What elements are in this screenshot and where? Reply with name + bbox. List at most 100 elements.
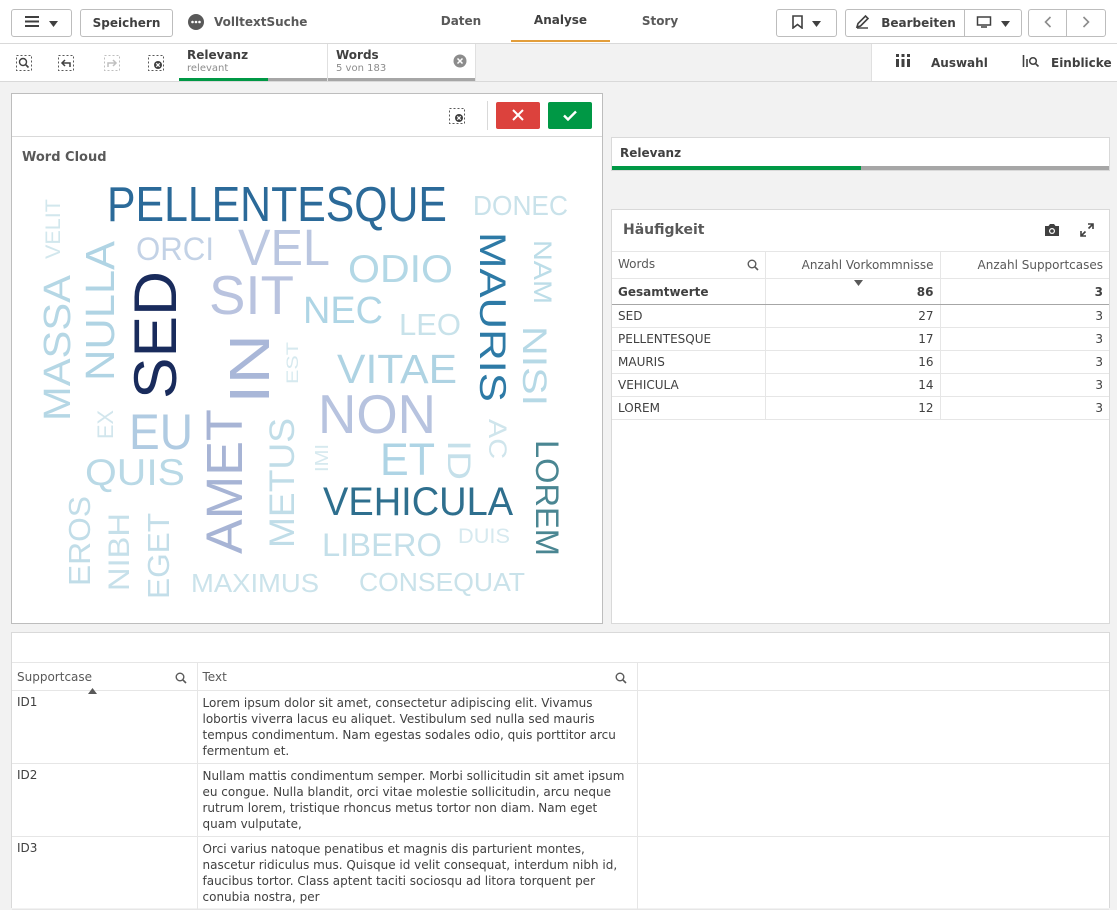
cloud-word[interactable]: DUIS <box>458 526 510 547</box>
column-header-words[interactable]: Words <box>612 251 765 279</box>
cloud-word[interactable]: EROS <box>62 496 97 586</box>
cloud-word[interactable]: EU <box>129 407 193 457</box>
cloud-word[interactable]: IMI <box>312 444 332 472</box>
column-header-label: Words <box>618 256 656 271</box>
table-row: VEHICULA 14 3 <box>612 373 1109 397</box>
totals-label: Gesamtwerte <box>612 278 765 305</box>
word-cell[interactable]: PELLENTESQUE <box>612 327 765 351</box>
cloud-word[interactable]: METUS <box>263 418 302 548</box>
cloud-word[interactable]: EST <box>283 342 302 384</box>
camera-icon[interactable] <box>1044 222 1060 241</box>
divider <box>871 44 872 81</box>
cloud-word[interactable]: QUIS <box>85 454 185 491</box>
sheet-menu-button[interactable] <box>964 9 1022 37</box>
count-cell: 17 <box>764 327 940 351</box>
haeufigkeit-panel: Häufigkeit Words Anzahl Vorkommnisse Anz… <box>611 209 1110 624</box>
cloud-word[interactable]: ODIO <box>348 250 453 289</box>
cloud-word[interactable]: NISI <box>515 326 553 406</box>
save-button[interactable]: Speichern <box>80 9 173 37</box>
cloud-word[interactable]: AC <box>483 419 511 459</box>
count-cell: 3 <box>939 373 1109 397</box>
search-icon[interactable] <box>747 259 759 274</box>
word-cell[interactable]: LOREM <box>612 396 765 420</box>
supportcase-text-cell[interactable]: Lorem ipsum dolor sit amet, consectetur … <box>196 690 637 764</box>
supportcases-table: Supportcase Text ID1 Lorem ipsum dolor si… <box>12 662 1109 910</box>
cloud-word[interactable]: SIT <box>209 268 294 323</box>
chevron-down-icon <box>812 16 821 30</box>
cloud-word[interactable]: NIBH <box>103 513 136 591</box>
tab-story[interactable]: Story <box>612 0 708 42</box>
menu-button[interactable] <box>11 9 72 37</box>
auswahl-button[interactable]: Auswahl <box>895 44 988 81</box>
cloud-word[interactable]: ORCI <box>136 233 214 265</box>
edit-label: Bearbeiten <box>881 16 956 30</box>
table-row: ID3 Orci varius natoque penatibus et magn… <box>12 836 1109 910</box>
cloud-word[interactable]: LIBERO <box>322 529 442 561</box>
cloud-word[interactable]: CONSEQUAT <box>359 569 525 595</box>
selections-grid-icon <box>895 53 911 72</box>
word-cell[interactable]: VEHICULA <box>612 373 765 397</box>
column-header-anzahl-vorkommnisse[interactable]: Anzahl Vorkommnisse <box>764 251 940 286</box>
cloud-word[interactable]: MASSA <box>37 275 79 421</box>
word-cell[interactable]: MAURIS <box>612 350 765 374</box>
cloud-word[interactable]: DONEC <box>473 192 568 220</box>
count-cell: 3 <box>939 396 1109 420</box>
column-header-supportcase[interactable]: Supportcase <box>12 662 197 694</box>
bookmark-icon <box>792 14 803 32</box>
selection-chip-words[interactable]: Words 5 von 183 <box>328 44 476 81</box>
supportcase-id-cell[interactable]: ID1 <box>12 690 197 764</box>
cloud-word[interactable]: EX <box>93 410 118 439</box>
clear-all-selections-icon[interactable] <box>148 55 164 71</box>
search-icon[interactable] <box>615 672 627 687</box>
cloud-word[interactable]: AMET <box>196 409 253 554</box>
tab-analyse[interactable]: Analyse <box>511 0 610 42</box>
step-back-icon[interactable] <box>58 55 74 71</box>
cloud-word[interactable]: MAXIMUS <box>191 570 319 596</box>
cloud-word[interactable]: MAURIS <box>472 232 513 402</box>
cloud-word[interactable]: VELIT <box>42 199 65 259</box>
selection-chip-relevanz[interactable]: Relevanz relevant <box>179 44 328 81</box>
empty-cell <box>636 763 1109 837</box>
cloud-word[interactable]: ID <box>441 440 477 480</box>
clear-selection-icon[interactable] <box>453 53 467 72</box>
app-dots-icon[interactable] <box>188 14 204 34</box>
cloud-word[interactable]: ET <box>380 437 435 482</box>
column-header-label: Text <box>202 669 227 684</box>
relevanz-filter[interactable]: Relevanz <box>611 137 1110 171</box>
supportcase-id-cell[interactable]: ID3 <box>12 836 197 910</box>
supportcase-id-cell[interactable]: ID2 <box>12 763 197 837</box>
supportcase-text-cell[interactable]: Orci varius natoque penatibus et magnis … <box>196 836 637 910</box>
cloud-word[interactable]: VEHICULA <box>323 482 513 522</box>
auswahl-label: Auswahl <box>931 55 988 70</box>
cloud-word[interactable]: NAM <box>528 240 556 304</box>
cloud-word[interactable]: LOREM <box>529 440 565 556</box>
bookmark-button[interactable] <box>776 9 837 37</box>
next-sheet-button[interactable] <box>1066 9 1106 37</box>
insights-icon <box>1022 53 1040 72</box>
smart-search-icon[interactable] <box>16 55 32 71</box>
chevron-right-icon <box>1082 15 1090 31</box>
cloud-word[interactable]: IN <box>218 334 282 404</box>
cloud-word[interactable]: NEC <box>303 292 383 330</box>
column-header-label: Supportcase <box>17 669 93 684</box>
word-cell[interactable]: SED <box>612 304 765 328</box>
pencil-icon <box>855 14 870 32</box>
sort-descending-icon <box>853 275 863 289</box>
cloud-word[interactable]: NULLA <box>77 241 123 381</box>
einblicke-label: Einblicke <box>1051 55 1112 70</box>
count-cell: 3 <box>939 350 1109 374</box>
search-icon[interactable] <box>175 672 187 687</box>
expand-icon[interactable] <box>1079 222 1095 242</box>
cloud-word[interactable]: SED <box>122 271 189 399</box>
einblicke-button[interactable]: Einblicke <box>1022 44 1112 81</box>
column-header-anzahl-supportcases[interactable]: Anzahl Supportcases <box>939 251 1109 279</box>
count-cell: 16 <box>764 350 940 374</box>
edit-button[interactable]: Bearbeiten <box>845 9 965 37</box>
cloud-word[interactable]: LEO <box>399 309 461 340</box>
step-forward-icon[interactable] <box>104 55 120 71</box>
previous-sheet-button[interactable] <box>1028 9 1066 37</box>
column-header-text[interactable]: Text <box>196 662 637 691</box>
tab-daten[interactable]: Daten <box>415 0 507 42</box>
supportcase-text-cell[interactable]: Nullam mattis condimentum semper. Morbi … <box>196 763 637 837</box>
cloud-word[interactable]: EGET <box>141 513 176 599</box>
